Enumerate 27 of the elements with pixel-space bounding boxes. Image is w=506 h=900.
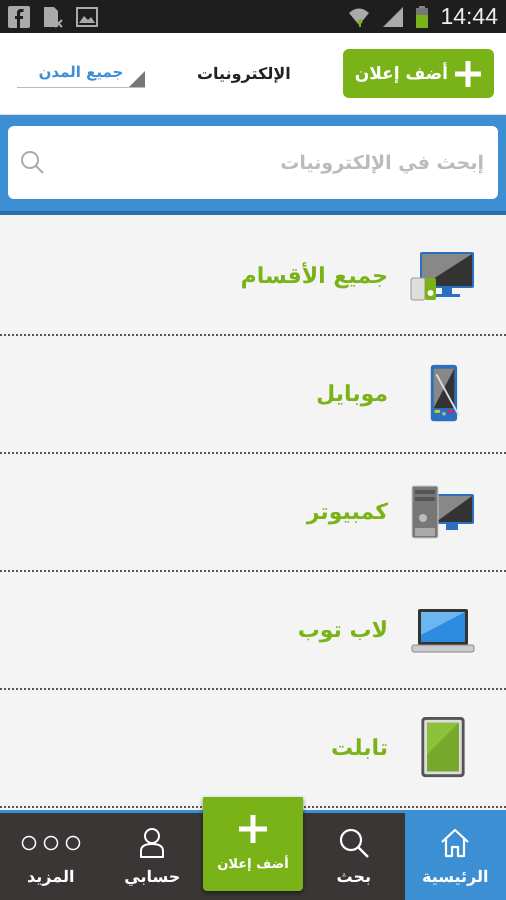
nav-tab[interactable]: الرئيسية bbox=[404, 813, 506, 900]
search-icon bbox=[338, 827, 370, 859]
page-title: الإلكترونيات bbox=[196, 64, 291, 83]
nav-tab[interactable]: المزيد bbox=[0, 813, 102, 900]
add-listing-button[interactable]: أضف إعلان bbox=[342, 49, 494, 98]
category-item[interactable]: كمبيوتر bbox=[306, 500, 388, 524]
search-field[interactable]: إبحث في الإلكترونيات bbox=[8, 126, 498, 199]
facebook-icon bbox=[8, 6, 30, 28]
category-item[interactable]: لاب توب bbox=[298, 618, 388, 642]
image-icon bbox=[76, 6, 98, 28]
nav-tab[interactable]: حسابي bbox=[102, 813, 203, 900]
document-icon bbox=[42, 6, 64, 28]
search-icon bbox=[20, 150, 44, 174]
category-item[interactable]: موبايل bbox=[316, 382, 388, 406]
wifi-icon bbox=[348, 6, 370, 28]
home-icon bbox=[439, 827, 472, 859]
plus-icon bbox=[454, 60, 482, 88]
clock-time: 14:44 bbox=[440, 3, 498, 30]
more-icon bbox=[20, 835, 81, 851]
category-item[interactable]: تابلت bbox=[330, 736, 388, 760]
plus-icon bbox=[237, 813, 269, 845]
category-item[interactable]: جميع الأقسام bbox=[240, 264, 388, 288]
city-dropdown[interactable]: جميع المدن bbox=[17, 59, 145, 88]
nav-tab[interactable]: أضف إعلان bbox=[203, 797, 303, 891]
signal-icon bbox=[382, 6, 404, 28]
battery-icon bbox=[416, 6, 428, 28]
nav-tab[interactable]: بحث bbox=[303, 813, 404, 900]
